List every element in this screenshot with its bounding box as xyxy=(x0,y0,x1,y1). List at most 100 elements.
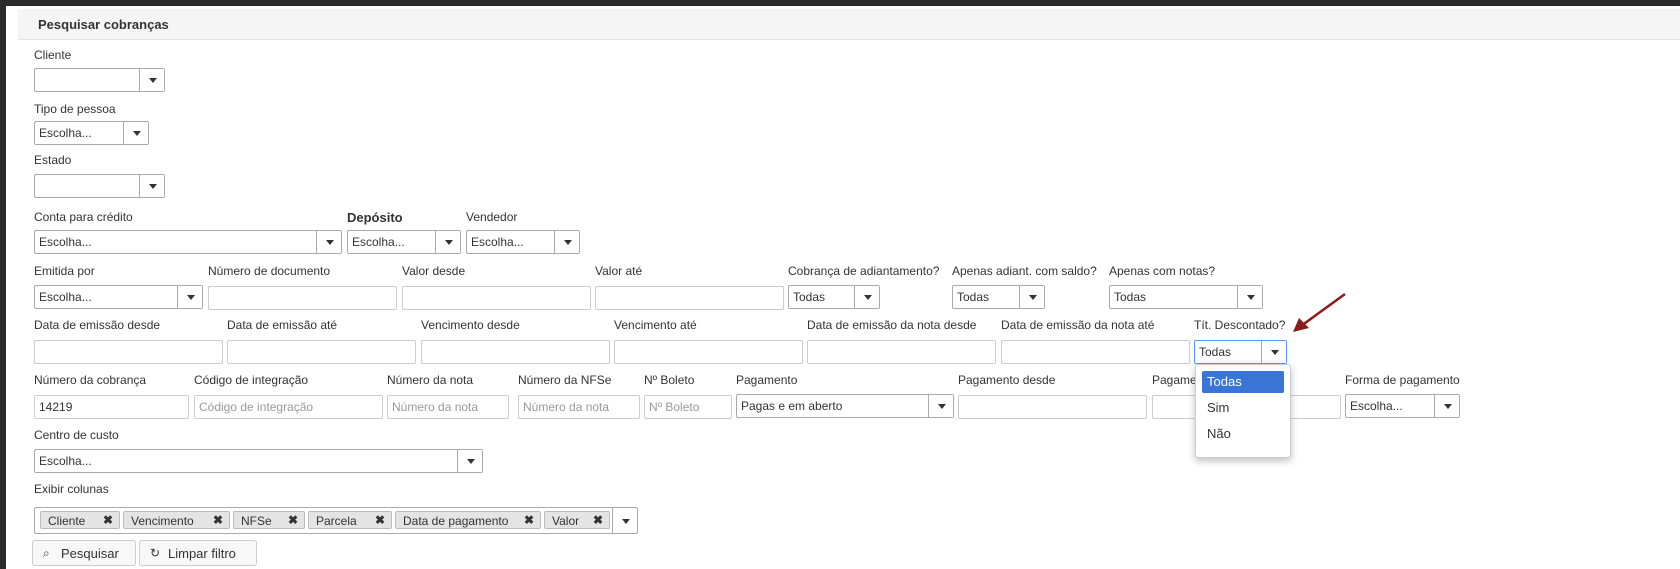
annotation-arrow-icon xyxy=(1293,292,1346,332)
pagamento-desde-label: Pagamento desde xyxy=(958,373,1056,387)
chevron-down-icon[interactable] xyxy=(435,231,460,253)
cobranca-adiantamento-select[interactable]: Todas xyxy=(788,285,880,309)
cobranca-adiantamento-label: Cobrança de adiantamento? xyxy=(788,264,940,278)
main-window: Pesquisar cobranças Cliente Tipo de pess… xyxy=(6,6,1680,569)
dropdown-option-nao[interactable]: Não xyxy=(1202,423,1284,445)
column-tag[interactable]: Cliente ✖ xyxy=(40,511,120,529)
valor-ate-input[interactable] xyxy=(595,286,784,310)
chevron-down-icon[interactable] xyxy=(854,286,879,308)
vencimento-desde-input[interactable] xyxy=(421,340,610,364)
vendedor-label: Vendedor xyxy=(466,210,518,224)
column-tag[interactable]: Valor ✖ xyxy=(544,511,610,529)
chevron-down-icon[interactable] xyxy=(928,395,953,417)
numero-nfse-label: Número da NFSe xyxy=(518,373,612,387)
estado-label: Estado xyxy=(34,153,72,167)
chevron-down-icon[interactable] xyxy=(139,175,164,197)
apenas-adiant-saldo-select[interactable]: Todas xyxy=(952,285,1045,309)
chevron-down-icon[interactable] xyxy=(612,508,637,533)
conta-credito-select[interactable]: Escolha... xyxy=(34,230,342,254)
numero-cobranca-input[interactable] xyxy=(34,395,189,419)
tit-descontado-label: Tít. Descontado? xyxy=(1194,318,1286,332)
column-tag[interactable]: Parcela ✖ xyxy=(308,511,392,529)
chevron-down-icon[interactable] xyxy=(123,122,148,144)
cliente-label: Cliente xyxy=(34,48,72,62)
numero-documento-label: Número de documento xyxy=(208,264,331,278)
tipo-pessoa-select[interactable]: Escolha... xyxy=(34,121,149,145)
chevron-down-icon[interactable] xyxy=(177,286,202,308)
forma-pagamento-select[interactable]: Escolha... xyxy=(1345,394,1460,418)
data-emissao-nota-ate-input[interactable] xyxy=(1001,340,1190,364)
vencimento-desde-label: Vencimento desde xyxy=(421,318,520,332)
centro-custo-select[interactable]: Escolha... xyxy=(34,449,483,473)
close-icon[interactable]: ✖ xyxy=(288,513,298,527)
exibir-colunas-label: Exibir colunas xyxy=(34,482,109,496)
panel-header: Pesquisar cobranças xyxy=(18,9,1680,40)
apenas-adiant-saldo-label: Apenas adiant. com saldo? xyxy=(952,264,1097,278)
cliente-select[interactable] xyxy=(34,68,165,92)
n-boleto-input[interactable] xyxy=(644,395,732,419)
codigo-integracao-input[interactable] xyxy=(194,395,383,419)
data-emissao-nota-desde-input[interactable] xyxy=(807,340,996,364)
data-emissao-ate-label: Data de emissão até xyxy=(227,318,338,332)
tipo-pessoa-label: Tipo de pessoa xyxy=(34,102,116,116)
data-emissao-desde-label: Data de emissão desde xyxy=(34,318,161,332)
close-icon[interactable]: ✖ xyxy=(375,513,385,527)
exibir-colunas-multiselect[interactable]: Cliente ✖ Vencimento ✖ NFSe ✖ Parcela ✖ Data… xyxy=(34,507,638,534)
page-title: Pesquisar cobranças xyxy=(38,17,169,32)
n-boleto-label: Nº Boleto xyxy=(644,373,695,387)
valor-desde-label: Valor desde xyxy=(402,264,466,278)
deposito-select[interactable]: Escolha... xyxy=(347,230,461,254)
emitida-por-label: Emitida por xyxy=(34,264,95,278)
apenas-notas-label: Apenas com notas? xyxy=(1109,264,1216,278)
chevron-down-icon[interactable] xyxy=(554,231,579,253)
numero-cobranca-label: Número da cobrança xyxy=(34,373,147,387)
vencimento-ate-label: Vencimento até xyxy=(614,318,697,332)
pagamento-label: Pagamento xyxy=(736,373,798,387)
numero-nfse-input[interactable] xyxy=(518,395,640,419)
deposito-label: Depósito xyxy=(347,210,403,225)
centro-custo-label: Centro de custo xyxy=(34,428,119,442)
data-emissao-nota-desde-label: Data de emissão da nota desde xyxy=(807,318,977,332)
data-emissao-ate-input[interactable] xyxy=(227,340,416,364)
data-emissao-desde-input[interactable] xyxy=(34,340,223,364)
data-emissao-nota-ate-label: Data de emissão da nota até xyxy=(1001,318,1155,332)
estado-select[interactable] xyxy=(34,174,165,198)
chevron-down-icon[interactable] xyxy=(1019,286,1044,308)
vendedor-select[interactable]: Escolha... xyxy=(466,230,580,254)
clear-filter-button[interactable]: ↻ Limpar filtro xyxy=(139,540,257,566)
apenas-notas-select[interactable]: Todas xyxy=(1109,285,1263,309)
vencimento-ate-input[interactable] xyxy=(614,340,803,364)
numero-nota-label: Número da nota xyxy=(387,373,474,387)
pagamento-select[interactable]: Pagas e em aberto xyxy=(736,394,954,418)
refresh-icon: ↻ xyxy=(150,546,161,560)
chevron-down-icon[interactable] xyxy=(1261,341,1286,363)
dropdown-option-sim[interactable]: Sim xyxy=(1202,397,1284,419)
valor-ate-label: Valor até xyxy=(595,264,643,278)
chevron-down-icon[interactable] xyxy=(316,231,341,253)
pagamento-ate-label: Pagame xyxy=(1152,373,1197,387)
column-tag[interactable]: NFSe ✖ xyxy=(233,511,305,529)
codigo-integracao-label: Código de integração xyxy=(194,373,309,387)
column-tag[interactable]: Data de pagamento ✖ xyxy=(395,511,541,529)
pagamento-desde-input[interactable] xyxy=(958,395,1147,419)
close-icon[interactable]: ✖ xyxy=(524,513,534,527)
tit-descontado-select[interactable]: Todas xyxy=(1194,340,1287,364)
numero-nota-input[interactable] xyxy=(387,395,509,419)
dropdown-option-todas[interactable]: Todas xyxy=(1202,371,1284,393)
chevron-down-icon[interactable] xyxy=(457,450,482,472)
close-icon[interactable]: ✖ xyxy=(103,513,113,527)
emitida-por-select[interactable]: Escolha... xyxy=(34,285,203,309)
search-icon: ⌕ xyxy=(43,546,50,560)
chevron-down-icon[interactable] xyxy=(139,69,164,91)
forma-pagamento-label: Forma de pagamento xyxy=(1345,373,1460,387)
search-button[interactable]: ⌕ Pesquisar xyxy=(32,540,136,566)
tit-descontado-dropdown: Todas Sim Não xyxy=(1195,364,1291,458)
chevron-down-icon[interactable] xyxy=(1434,395,1459,417)
numero-documento-input[interactable] xyxy=(208,286,397,310)
chevron-down-icon[interactable] xyxy=(1237,286,1262,308)
column-tag[interactable]: Vencimento ✖ xyxy=(123,511,230,529)
close-icon[interactable]: ✖ xyxy=(213,513,223,527)
close-icon[interactable]: ✖ xyxy=(593,513,603,527)
conta-credito-label: Conta para crédito xyxy=(34,210,133,224)
valor-desde-input[interactable] xyxy=(402,286,591,310)
